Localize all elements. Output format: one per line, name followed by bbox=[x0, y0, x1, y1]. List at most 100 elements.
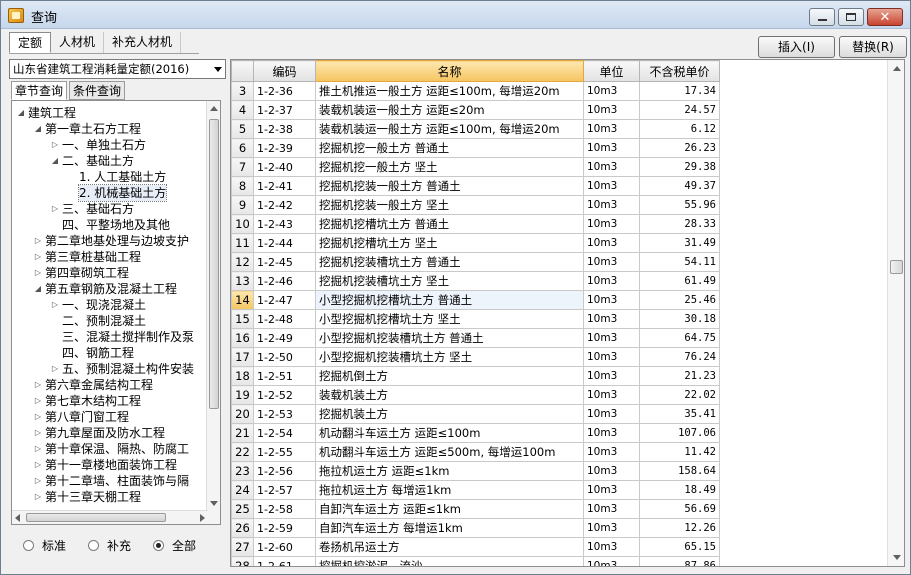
unit-cell[interactable]: 10m3 bbox=[583, 195, 640, 215]
row-number-cell[interactable]: 5 bbox=[231, 119, 254, 139]
scroll-left-icon[interactable] bbox=[15, 514, 20, 522]
code-cell[interactable]: 1-2-37 bbox=[253, 100, 316, 120]
row-number-cell[interactable]: 15 bbox=[231, 309, 254, 329]
price-cell[interactable]: 17.34 bbox=[639, 81, 720, 101]
price-cell[interactable]: 56.69 bbox=[639, 499, 720, 519]
tab-labor-material-machine[interactable]: 人材机 bbox=[51, 32, 105, 53]
code-cell[interactable]: 1-2-58 bbox=[253, 499, 316, 519]
name-cell[interactable]: 挖掘机挖装槽坑土方 普通土 bbox=[315, 252, 584, 272]
row-number-cell[interactable]: 25 bbox=[231, 499, 254, 519]
scroll-down-icon[interactable] bbox=[210, 501, 218, 506]
tree-vertical-scrollbar[interactable] bbox=[206, 101, 220, 524]
price-cell[interactable]: 87.86 bbox=[639, 556, 720, 566]
tree-node[interactable]: ▷ 第四章砌筑工程 bbox=[12, 265, 208, 281]
name-cell[interactable]: 自卸汽车运土方 运距≤1km bbox=[315, 499, 584, 519]
column-header-price[interactable]: 不含税单价 bbox=[639, 60, 720, 82]
expand-icon[interactable]: ▷ bbox=[33, 377, 43, 393]
unit-cell[interactable]: 10m3 bbox=[583, 442, 640, 462]
radio-all-dot[interactable] bbox=[153, 540, 165, 551]
tree-node[interactable]: ▷ 五、预制混凝土构件安装 bbox=[12, 361, 208, 377]
code-cell[interactable]: 1-2-57 bbox=[253, 480, 316, 500]
scroll-down-icon[interactable] bbox=[893, 555, 901, 560]
name-cell[interactable]: 挖掘机倒土方 bbox=[315, 366, 584, 386]
row-number-cell[interactable]: 20 bbox=[231, 404, 254, 424]
name-cell[interactable]: 推土机推运一般土方 运距≤100m, 每增运20m bbox=[315, 81, 584, 101]
collapse-icon[interactable]: ◢ bbox=[33, 121, 43, 137]
row-number-cell[interactable]: 6 bbox=[231, 138, 254, 158]
code-cell[interactable]: 1-2-61 bbox=[253, 556, 316, 566]
column-header-name[interactable]: 名称 bbox=[315, 60, 584, 82]
price-cell[interactable]: 26.23 bbox=[639, 138, 720, 158]
name-cell[interactable]: 小型挖掘机挖槽坑土方 坚土 bbox=[315, 309, 584, 329]
tree-node[interactable]: ▷ 一、单独土石方 bbox=[12, 137, 208, 153]
unit-cell[interactable]: 10m3 bbox=[583, 404, 640, 424]
unit-cell[interactable]: 10m3 bbox=[583, 309, 640, 329]
row-number-cell[interactable]: 17 bbox=[231, 347, 254, 367]
unit-cell[interactable]: 10m3 bbox=[583, 271, 640, 291]
table-row[interactable]: 20 1-2-53 挖掘机装土方 10m3 35.41 bbox=[231, 404, 720, 424]
chapter-tree[interactable]: ◢ 建筑工程 ◢ 第一章土石方工程 ▷ 一、单独土石方 ◢ 二、基础土方 1. 人工基础土方 2.… bbox=[11, 100, 221, 525]
unit-cell[interactable]: 10m3 bbox=[583, 290, 640, 310]
table-row[interactable]: 16 1-2-49 小型挖掘机挖装槽坑土方 普通土 10m3 64.75 bbox=[231, 328, 720, 348]
code-cell[interactable]: 1-2-53 bbox=[253, 404, 316, 424]
unit-cell[interactable]: 10m3 bbox=[583, 81, 640, 101]
table-row[interactable]: 21 1-2-54 机动翻斗车运土方 运距≤100m 10m3 107.06 bbox=[231, 423, 720, 443]
tree-node[interactable]: 二、预制混凝土 bbox=[12, 313, 208, 329]
tree-node[interactable]: ▷ 第七章木结构工程 bbox=[12, 393, 208, 409]
table-row[interactable]: 8 1-2-41 挖掘机挖装一般土方 普通土 10m3 49.37 bbox=[231, 176, 720, 196]
column-header-code[interactable]: 编码 bbox=[253, 60, 316, 82]
unit-cell[interactable]: 10m3 bbox=[583, 461, 640, 481]
name-cell[interactable]: 拖拉机运土方 每增运1km bbox=[315, 480, 584, 500]
row-number-cell[interactable]: 12 bbox=[231, 252, 254, 272]
table-row[interactable]: 27 1-2-60 卷扬机吊运土方 10m3 65.15 bbox=[231, 537, 720, 557]
price-cell[interactable]: 11.42 bbox=[639, 442, 720, 462]
code-cell[interactable]: 1-2-42 bbox=[253, 195, 316, 215]
expand-icon[interactable]: ▷ bbox=[50, 137, 60, 153]
row-number-cell[interactable]: 21 bbox=[231, 423, 254, 443]
price-cell[interactable]: 107.06 bbox=[639, 423, 720, 443]
scroll-thumb[interactable] bbox=[890, 260, 903, 274]
price-cell[interactable]: 30.18 bbox=[639, 309, 720, 329]
price-cell[interactable]: 24.57 bbox=[639, 100, 720, 120]
price-cell[interactable]: 35.41 bbox=[639, 404, 720, 424]
expand-icon[interactable]: ▷ bbox=[50, 297, 60, 313]
tree-node[interactable]: ▷ 一、现浇混凝土 bbox=[12, 297, 208, 313]
code-cell[interactable]: 1-2-54 bbox=[253, 423, 316, 443]
row-number-cell[interactable]: 13 bbox=[231, 271, 254, 291]
price-cell[interactable]: 22.02 bbox=[639, 385, 720, 405]
scroll-up-icon[interactable] bbox=[210, 106, 218, 111]
radio-supplementary-dot[interactable] bbox=[88, 540, 100, 551]
tree-node[interactable]: ▷ 第十章保温、隔热、防腐工 bbox=[12, 441, 208, 457]
table-row[interactable]: 28 1-2-61 挖掘机挖淤泥、流沙 10m3 87.86 bbox=[231, 556, 720, 566]
name-cell[interactable]: 挖掘机挖一般土方 坚土 bbox=[315, 157, 584, 177]
unit-cell[interactable]: 10m3 bbox=[583, 556, 640, 566]
name-cell[interactable]: 自卸汽车运土方 每增运1km bbox=[315, 518, 584, 538]
name-cell[interactable]: 挖掘机挖槽坑土方 坚土 bbox=[315, 233, 584, 253]
code-cell[interactable]: 1-2-47 bbox=[253, 290, 316, 310]
scroll-up-icon[interactable] bbox=[893, 66, 901, 71]
unit-cell[interactable]: 10m3 bbox=[583, 100, 640, 120]
code-cell[interactable]: 1-2-43 bbox=[253, 214, 316, 234]
row-number-cell[interactable]: 7 bbox=[231, 157, 254, 177]
unit-cell[interactable]: 10m3 bbox=[583, 480, 640, 500]
table-row[interactable]: 4 1-2-37 装载机装运一般土方 运距≤20m 10m3 24.57 bbox=[231, 100, 720, 120]
tree-node[interactable]: 三、混凝土搅拌制作及泵 bbox=[12, 329, 208, 345]
radio-standard-dot[interactable] bbox=[23, 540, 34, 551]
tree-node[interactable]: ◢ 第一章土石方工程 bbox=[12, 121, 208, 137]
unit-cell[interactable]: 10m3 bbox=[583, 157, 640, 177]
tree-node[interactable]: ▷ 第二章地基处理与边坡支护 bbox=[12, 233, 208, 249]
row-number-cell[interactable]: 26 bbox=[231, 518, 254, 538]
tree-node[interactable]: ▷ 第九章屋面及防水工程 bbox=[12, 425, 208, 441]
name-cell[interactable]: 挖掘机挖装槽坑土方 坚土 bbox=[315, 271, 584, 291]
price-cell[interactable]: 28.33 bbox=[639, 214, 720, 234]
code-cell[interactable]: 1-2-45 bbox=[253, 252, 316, 272]
scroll-right-icon[interactable] bbox=[200, 514, 205, 522]
code-cell[interactable]: 1-2-55 bbox=[253, 442, 316, 462]
expand-icon[interactable]: ▷ bbox=[33, 489, 43, 505]
row-number-cell[interactable]: 11 bbox=[231, 233, 254, 253]
expand-icon[interactable]: ▷ bbox=[33, 457, 43, 473]
expand-icon[interactable]: ▷ bbox=[33, 409, 43, 425]
name-cell[interactable]: 挖掘机挖装一般土方 普通土 bbox=[315, 176, 584, 196]
row-number-cell[interactable]: 8 bbox=[231, 176, 254, 196]
tree-node[interactable]: ▷ 第十三章天棚工程 bbox=[12, 489, 208, 505]
